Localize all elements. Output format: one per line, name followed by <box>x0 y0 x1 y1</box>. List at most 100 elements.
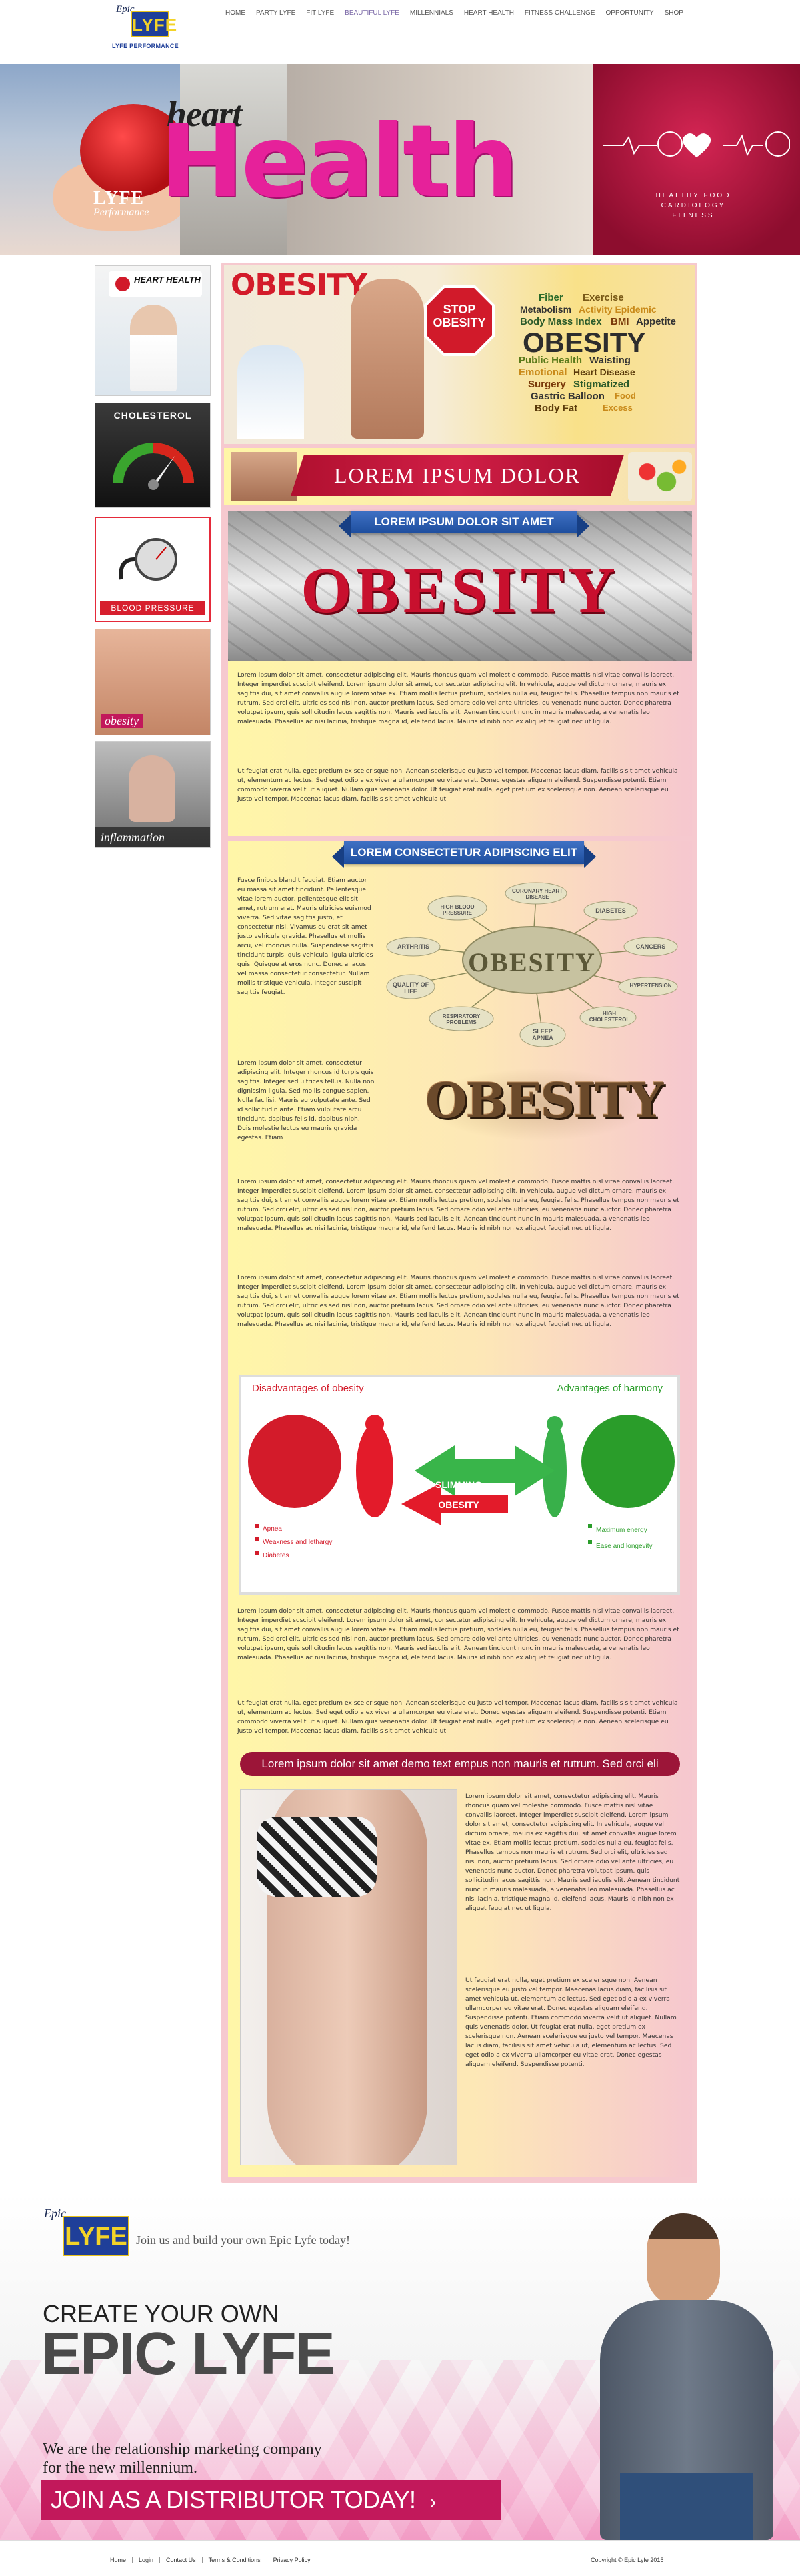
section-3-pill: Lorem ipsum dolor sit amet demo text emp… <box>240 1752 680 1776</box>
hero-sub-line: FITNESS <box>672 212 715 219</box>
cholesterol-label: CHOLESTEROL <box>113 410 192 421</box>
inflammation-label: inflammation <box>95 827 210 847</box>
hero-sub-line: CARDIOLOGY <box>661 202 726 209</box>
nav-beautiful-lyfe[interactable]: BEAUTIFUL LYFE <box>339 8 405 21</box>
cloud-word: OBESITY <box>523 327 646 358</box>
logo-lyfe-badge: LYFE <box>131 11 177 37</box>
nav-shop[interactable]: SHOP <box>659 8 689 21</box>
hero-banner: heart Health LYFE Performance HEALTHY FO… <box>0 64 800 255</box>
footer-link-home[interactable]: Home <box>104 2557 133 2563</box>
section-3-paragraph: Lorem ipsum dolor sit amet, consectetur … <box>237 1607 679 1661</box>
join-button-label: JOIN AS A DISTRIBUTOR TODAY! <box>51 2486 416 2513</box>
nav-opportunity[interactable]: OPPORTUNITY <box>601 8 659 21</box>
cta-epic-lyfe: EPIC LYFE <box>41 2321 335 2387</box>
hero-subtitle: HEALTHY FOOD CARDIOLOGY FITNESS <box>640 191 747 221</box>
footer-link-contact[interactable]: Contact Us <box>160 2557 203 2563</box>
footer-links: Home Login Contact Us Terms & Conditions… <box>104 2557 317 2563</box>
obese-man-figure <box>351 279 424 439</box>
cloud-word: Exercise <box>583 292 624 303</box>
nav-heart-health[interactable]: HEART HEALTH <box>459 8 519 21</box>
obesity-label: obesity <box>101 714 143 728</box>
infographic-center: SLIMMING OBESITY <box>419 1475 499 1515</box>
diagram-node: HIGH BLOOD PRESSURE <box>440 904 475 916</box>
footer-link-login[interactable]: Login <box>133 2557 161 2563</box>
site-footer: Home Login Contact Us Terms & Conditions… <box>0 2540 800 2576</box>
infographic-left-title: Disadvantages of obesity <box>252 1383 364 1394</box>
cloud-word: Public Health <box>519 355 583 366</box>
doctor-figure <box>237 345 304 439</box>
obesity-paper-word: OBESITY <box>301 555 619 627</box>
section-2-paragraph: Lorem ipsum dolor sit amet, consectetur … <box>237 1178 679 1232</box>
woman-belly-image <box>240 1789 457 2165</box>
nav-millennials[interactable]: MILLENNIALS <box>405 8 459 21</box>
sidebar-tile-inflammation[interactable]: inflammation <box>95 741 211 848</box>
slimming-label: SLIMMING <box>435 1479 482 1490</box>
nav-party-lyfe[interactable]: PARTY LYFE <box>251 8 301 21</box>
diagram-node: HIGH CHOLESTEROL <box>589 1011 630 1023</box>
sidebar-tile-blood-pressure[interactable]: BLOOD PRESSURE <box>95 517 211 622</box>
cloud-word: Body Mass Index <box>520 316 602 327</box>
wood-type-word: OBESITY <box>425 1072 663 1129</box>
blood-pressure-label: BLOOD PRESSURE <box>100 601 205 615</box>
right-item: Maximum energy <box>596 1527 647 1534</box>
cloud-word: Fiber <box>539 292 563 303</box>
hero-performance-word: Performance <box>93 207 149 218</box>
hero-sub-line: HEALTHY FOOD <box>655 192 731 199</box>
section-2-col-text: Lorem ipsum dolor sit amet, consectetur … <box>237 1059 375 1141</box>
cloud-word: Stigmatized <box>573 379 630 390</box>
copyright-text: Copyright © Epic Lyfe 2015 <box>591 2557 664 2563</box>
left-item: Apnea <box>263 1525 282 1533</box>
section-2-panel: LOREM CONSECTETUR ADIPISCING ELIT Fusce … <box>228 841 692 2177</box>
join-distributor-button[interactable]: JOIN AS A DISTRIBUTOR TODAY! › <box>41 2480 501 2520</box>
cta-relationship-line: for the new millennium. <box>43 2459 197 2477</box>
stop-word: STOP <box>443 303 476 316</box>
section-1-ribbon: LOREM IPSUM DOLOR SIT AMET <box>339 511 589 537</box>
section-2-paragraph: Lorem ipsum dolor sit amet, consectetur … <box>237 1274 679 1328</box>
section-3-right-paragraph: Ut feugiat erat nulla, eget pretium ex s… <box>465 1977 677 2068</box>
cloud-word: Heart Disease <box>573 367 635 377</box>
obesity-infographic: Disadvantages of obesity Advantages of h… <box>239 1375 680 1595</box>
ekg-heart-icon <box>603 131 790 157</box>
footer-link-privacy[interactable]: Privacy Policy <box>267 2557 317 2563</box>
cloud-word: Activity Epidemic <box>579 304 657 315</box>
bikini-top <box>257 1817 377 1897</box>
cta-relationship: We are the relationship marketing compan… <box>43 2440 322 2477</box>
stop-obesity-word: OBESITY <box>433 316 486 329</box>
heart-health-badge: HEART HEALTH <box>109 271 202 297</box>
cloud-word: Surgery <box>528 379 566 390</box>
cta-logo-lyfe: LYFE <box>63 2216 129 2256</box>
epic-lyfe-logo[interactable]: Epic LYFE LYFE PERFORMANCE <box>111 3 184 55</box>
section-3-right-paragraph: Lorem ipsum dolor sit amet, consectetur … <box>465 1793 680 1912</box>
sidebar-tile-heart-health[interactable]: HEART HEALTH <box>95 265 211 396</box>
lorem-banner-title: LOREM IPSUM DOLOR <box>291 455 624 496</box>
cloud-word: BMI <box>611 316 629 327</box>
sidebar-tile-obesity[interactable]: obesity <box>95 629 211 735</box>
nav-fitness-challenge[interactable]: FITNESS CHALLENGE <box>519 8 601 21</box>
cloud-word: Excess <box>603 403 633 413</box>
diagram-node: QUALITY OF LIFE <box>392 981 429 995</box>
nav-fit-lyfe[interactable]: FIT LYFE <box>301 8 339 21</box>
word-cloud: Fiber Exercise Metabolism Activity Epide… <box>504 265 695 444</box>
cta-logo[interactable]: Epic LYFE <box>40 2207 140 2260</box>
heart-health-label: HEART HEALTH <box>134 275 201 285</box>
doctor-image <box>130 305 177 391</box>
section-1-paragraph: Lorem ipsum dolor sit amet, consectetur … <box>237 671 679 725</box>
blood-pressure-gauge-icon <box>119 538 177 581</box>
heart-icon <box>115 277 130 291</box>
diagram-node: CORONARY HEART DISEASE <box>512 888 563 900</box>
fruits-image <box>628 452 692 501</box>
footer-link-terms[interactable]: Terms & Conditions <box>203 2557 267 2563</box>
cholesterol-gauge-icon <box>113 443 194 490</box>
hero-health-word: Health <box>160 104 519 220</box>
logo-tagline: LYFE PERFORMANCE <box>112 43 179 49</box>
nav-home[interactable]: HOME <box>220 8 251 21</box>
man-head <box>647 2213 720 2307</box>
collage-title: OBESITY <box>231 268 367 302</box>
left-item: Diabetes <box>263 1552 289 1559</box>
wood-type-image: OBESITY <box>425 1068 663 1141</box>
cta-relationship-line: We are the relationship marketing compan… <box>43 2441 322 2458</box>
belly-image <box>231 452 297 501</box>
sidebar-tile-cholesterol[interactable]: CHOLESTEROL <box>95 403 211 508</box>
diagram-node: RESPIRATORY PROBLEMS <box>442 1013 481 1025</box>
infographic-left-list: Apnea Weakness and lethargy Diabetes <box>263 1523 332 1563</box>
